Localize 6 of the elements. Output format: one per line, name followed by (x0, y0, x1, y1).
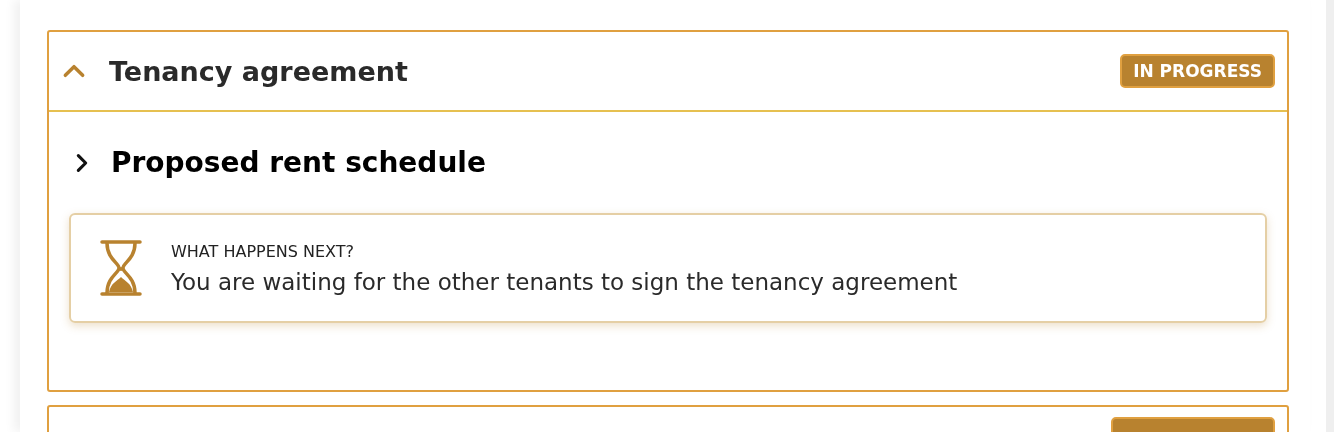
status-badge: IN PROGRESS (1120, 54, 1275, 88)
hourglass-icon (99, 239, 143, 297)
subsection-title[interactable]: Proposed rent schedule (111, 146, 486, 179)
notice-message: You are waiting for the other tenants to sign the tenancy agreement (171, 268, 958, 295)
section-title: Tenancy agreement (109, 55, 409, 87)
notice-label: WHAT HAPPENS NEXT? (171, 241, 356, 261)
